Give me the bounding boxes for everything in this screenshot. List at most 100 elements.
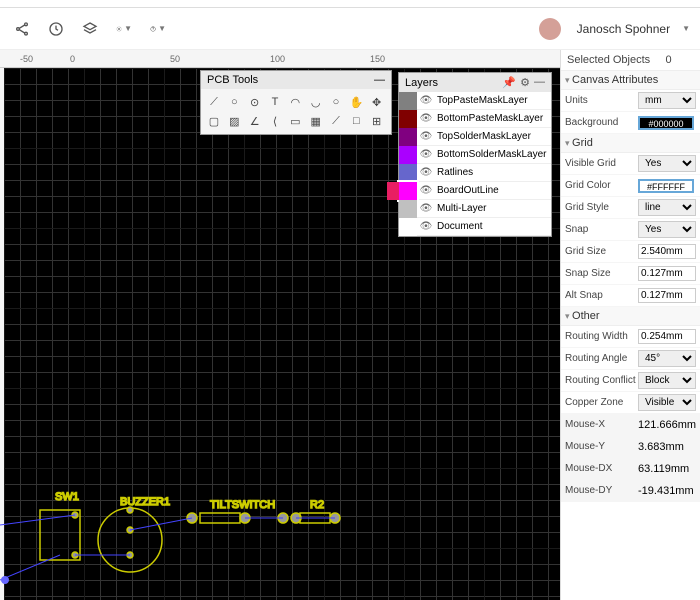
layer-name: BottomSolderMaskLayer [435,149,547,160]
svg-text:BUZZER1: BUZZER1 [120,496,170,508]
pad-tool[interactable]: ○ [225,93,243,111]
background-label: Background [565,117,638,128]
layers-title: Layers [405,77,438,89]
layers-icon[interactable] [78,17,102,41]
grid-size-input[interactable] [638,244,696,259]
layer-row[interactable]: 👁BoardOutLine [399,182,551,200]
layer-row[interactable]: 👁TopSolderMaskLayer [399,128,551,146]
grid-style-select[interactable]: line [638,199,696,216]
region-tool[interactable]: ▭ [286,112,304,130]
layer-name: Multi-Layer [435,203,486,214]
grid-size-label: Grid Size [565,246,638,257]
username[interactable]: Janosch Spohner [577,22,670,36]
background-color[interactable]: #000000 [638,116,694,130]
help-dropdown[interactable]: ▼ [146,17,170,41]
hand-tool[interactable]: ✋ [347,93,365,111]
via-tool[interactable]: ⊙ [246,93,264,111]
move-tool[interactable]: ✥ [368,93,386,111]
eye-icon[interactable]: 👁 [417,149,435,160]
image-tool[interactable]: ▨ [225,112,243,130]
text-tool[interactable]: T [266,93,284,111]
eye-icon[interactable]: 👁 [417,131,435,142]
snap-size-label: Snap Size [565,268,638,279]
app-toolbar: ▼ ▼ Janosch Spohner ▼ [0,8,700,50]
copper-zone-label: Copper Zone [565,397,638,408]
canvas-attrs-section[interactable]: Canvas Attributes [561,71,700,90]
eye-icon[interactable]: 👁 [417,203,435,214]
alt-snap-input[interactable] [638,288,696,303]
layer-swatch [399,200,417,218]
svg-text:TILTSWITCH: TILTSWITCH [210,499,275,511]
chevron-down-icon: ▼ [124,24,132,33]
chevron-down-icon: ▼ [158,24,166,33]
layer-row[interactable]: 👁Document [399,218,551,236]
settings-dropdown[interactable]: ▼ [112,17,136,41]
layer-swatch [399,218,417,236]
layer-swatch [399,110,417,128]
snap-size-input[interactable] [638,266,696,281]
layer-row[interactable]: 👁BottomSolderMaskLayer [399,146,551,164]
routing-width-input[interactable] [638,329,696,344]
layer-swatch [399,182,417,200]
share-icon[interactable] [10,17,34,41]
layer-row[interactable]: 👁TopPasteMaskLayer [399,92,551,110]
layer-row[interactable]: 👁Ratlines [399,164,551,182]
layer-name: Ratlines [435,167,473,178]
units-select[interactable]: mm [638,92,696,109]
layer-row[interactable]: 👁Multi-Layer [399,200,551,218]
routing-width-label: Routing Width [565,331,638,342]
protractor-tool[interactable]: ⟨ [266,112,284,130]
layer-name: BoardOutLine [435,185,499,196]
pin-icon[interactable]: 📌 [502,76,516,89]
grid-color-label: Grid Color [565,180,638,191]
layer-swatch [399,164,417,182]
snap-label: Snap [565,224,638,235]
arc2-tool[interactable]: ◡ [307,93,325,111]
circle-tool[interactable]: ○ [327,93,345,111]
selected-count: 0 [665,54,671,66]
snap-select[interactable]: Yes [638,221,696,238]
track-tool[interactable]: ⟋ [205,93,223,111]
eye-icon[interactable]: 👁 [417,185,435,196]
grid-style-label: Grid Style [565,202,638,213]
eye-icon[interactable]: 👁 [417,221,435,232]
arc-tool[interactable]: ◠ [286,93,304,111]
routing-conflict-label: Routing Conflict [565,375,638,386]
measure-tool[interactable]: ⟋ [327,112,345,130]
gear-icon[interactable]: ⚙ [520,76,530,89]
other-section[interactable]: Other [561,307,700,326]
svg-text:R2: R2 [310,499,324,511]
routing-angle-select[interactable]: 45° [638,350,696,367]
avatar[interactable] [539,18,561,40]
ruler-horizontal: -50 0 50 100 150 [0,50,560,68]
minimize-icon[interactable]: — [374,74,385,86]
grid-color[interactable]: #FFFFFF [638,179,694,193]
hole-tool[interactable]: ▢ [205,112,223,130]
rect-tool[interactable]: □ [347,112,365,130]
selected-objects-label: Selected Objects [567,54,650,66]
eye-icon[interactable]: 👁 [417,113,435,124]
alt-snap-label: Alt Snap [565,290,638,301]
group-tool[interactable]: ⊞ [368,112,386,130]
browser-partial [0,0,700,8]
pcb-tools-panel: PCB Tools — ⟋ ○ ⊙ T ◠ ◡ ○ ✋ ✥ ▢ ▨ ∠ ⟨ ▭ ▦… [200,70,392,135]
eye-icon[interactable]: 👁 [417,167,435,178]
copper-zone-select[interactable]: Visible [638,394,696,411]
pcb-tools-title: PCB Tools [207,74,258,86]
canvas[interactable]: -50 0 50 100 150 PCB Tools — ⟋ ○ ⊙ T ◠ ◡ … [0,50,560,600]
dimension-tool[interactable]: ∠ [246,112,264,130]
layer-row[interactable]: 👁BottomPasteMaskLayer [399,110,551,128]
layer-name: Document [435,221,483,232]
routing-conflict-select[interactable]: Block [638,372,696,389]
history-icon[interactable] [44,17,68,41]
chevron-down-icon: ▼ [682,24,690,33]
copper-tool[interactable]: ▦ [307,112,325,130]
grid-section[interactable]: Grid [561,134,700,153]
visible-grid-select[interactable]: Yes [638,155,696,172]
layer-swatch [399,92,417,110]
minimize-icon[interactable]: — [534,76,545,89]
mouse-y-label: Mouse-Y [565,441,638,452]
layer-name: TopPasteMaskLayer [435,95,528,106]
mouse-dx-value: 63.119mm [638,463,696,475]
eye-icon[interactable]: 👁 [417,95,435,106]
